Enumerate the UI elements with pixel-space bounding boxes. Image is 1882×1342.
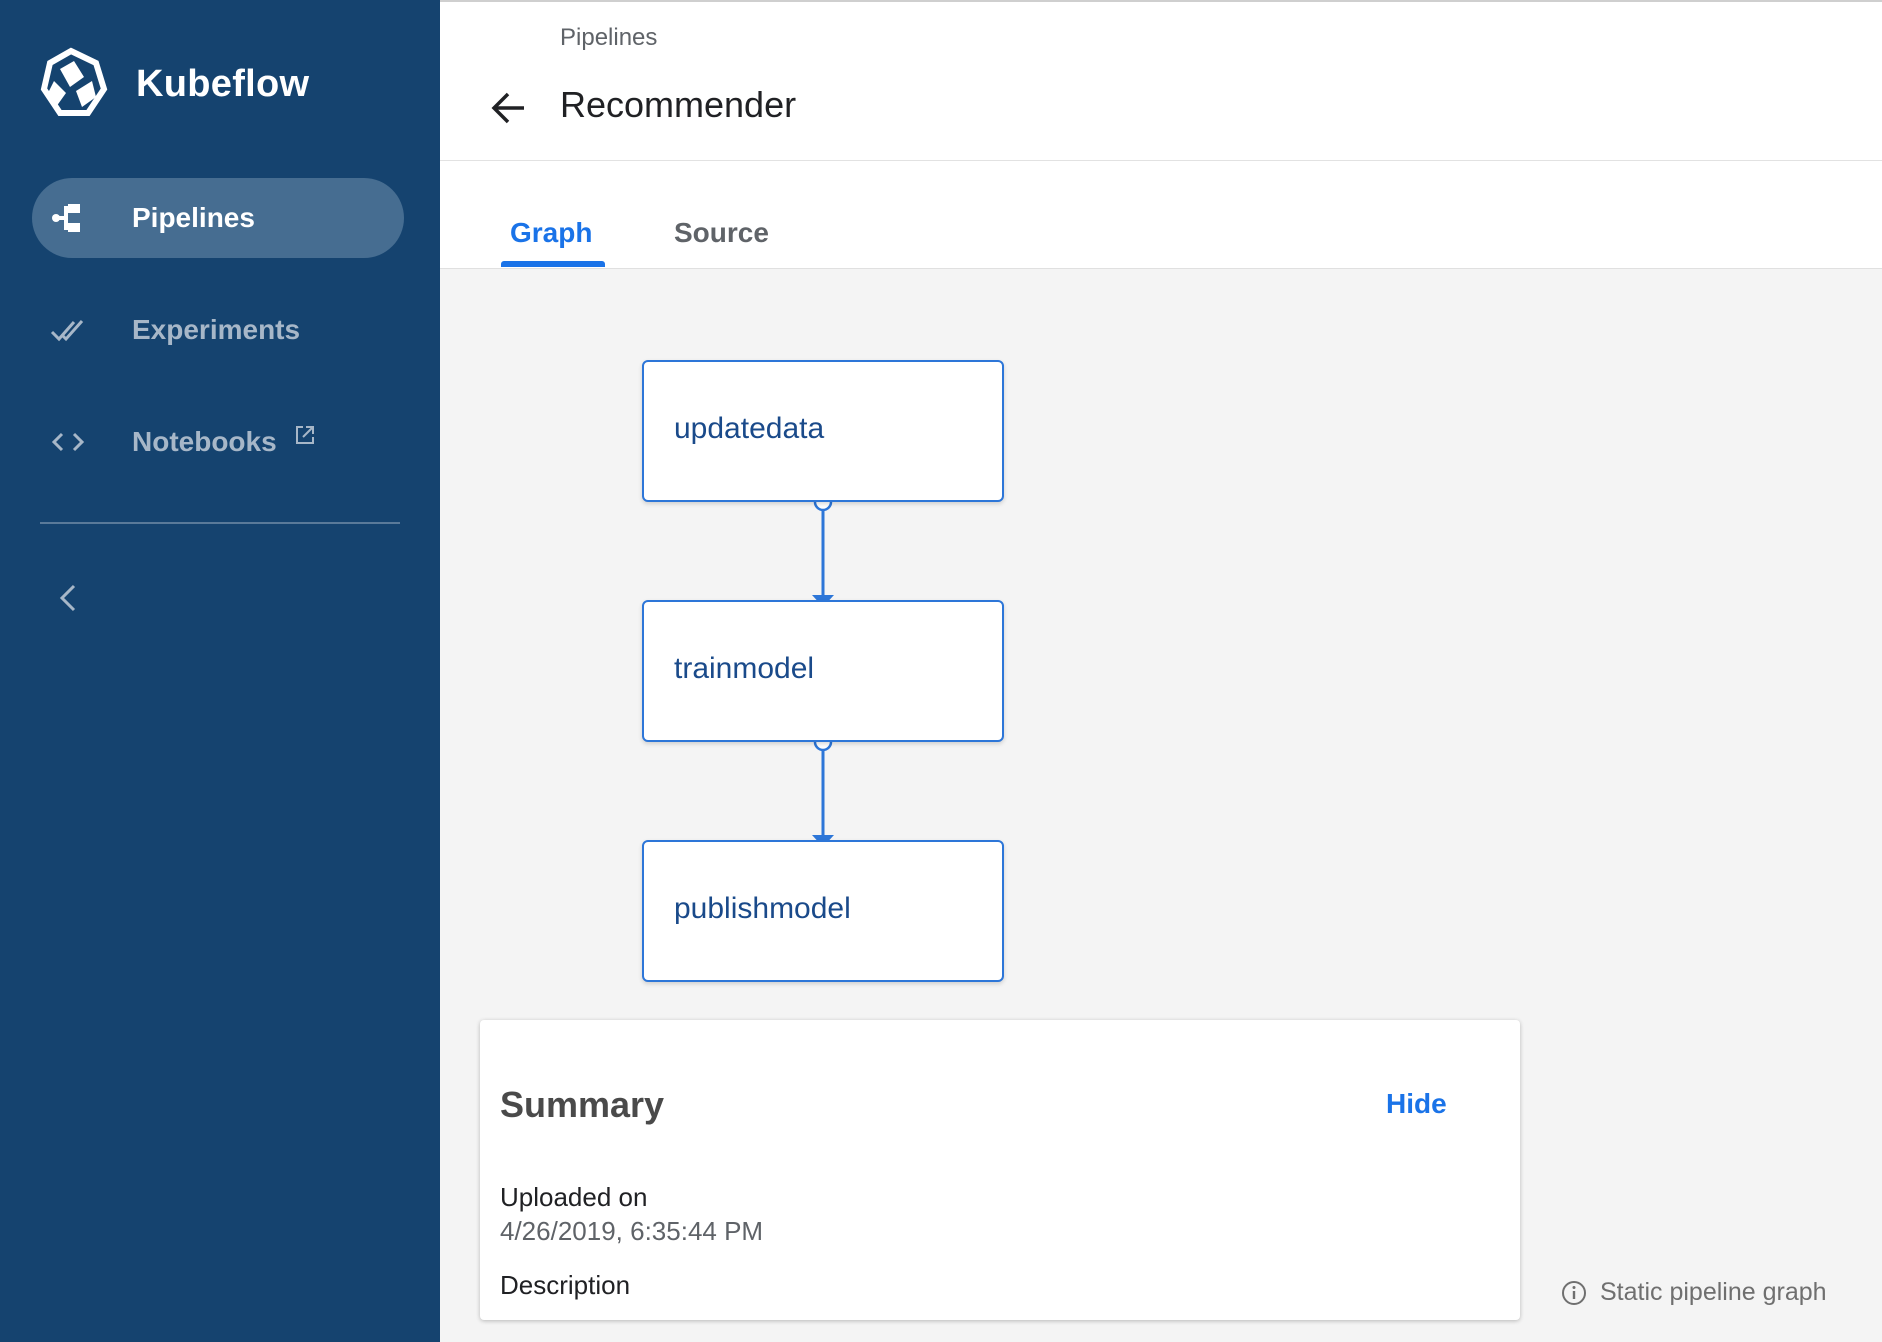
brand-name: Kubeflow: [136, 62, 310, 105]
hide-button[interactable]: Hide: [1386, 1088, 1447, 1120]
page-header: Pipelines Recommender: [440, 0, 1882, 161]
sidebar-item-label: Pipelines: [132, 202, 255, 233]
breadcrumb[interactable]: Pipelines: [560, 24, 657, 52]
static-graph-note: Static pipeline graph: [1560, 1278, 1827, 1307]
brand[interactable]: Kubeflow: [34, 44, 309, 124]
sidebar-divider: [40, 522, 400, 524]
chevron-left-icon[interactable]: [52, 580, 84, 616]
graph-node-trainmodel[interactable]: trainmodel: [642, 600, 1004, 742]
external-link-icon: [296, 426, 314, 444]
pipeline-graph: updatedata trainmodel publishmodel Summa…: [440, 269, 1882, 1342]
static-graph-text: Static pipeline graph: [1600, 1278, 1827, 1306]
sidebar-item-experiments[interactable]: Experiments: [32, 290, 404, 370]
tab-graph[interactable]: Graph: [510, 217, 592, 249]
app-root: Kubeflow Pipelines Experiments Notebooks…: [0, 0, 1882, 1342]
sidebar-item-pipelines[interactable]: Pipelines: [32, 178, 404, 258]
sidebar-item-label: Notebooks: [132, 426, 277, 457]
graph-node-updatedata[interactable]: updatedata: [642, 360, 1004, 502]
summary-title: Summary: [500, 1084, 665, 1125]
active-tab-indicator: [501, 261, 605, 267]
node-label: updatedata: [674, 412, 825, 445]
arrow-left-icon[interactable]: [490, 90, 528, 126]
node-label: publishmodel: [674, 892, 851, 925]
page-title: Recommender: [560, 84, 797, 125]
sidebar-item-label: Experiments: [132, 314, 301, 345]
tab-bar: Graph Source: [440, 161, 1882, 269]
info-icon: [1562, 1280, 1586, 1305]
tab-source[interactable]: Source: [674, 217, 769, 249]
code-brackets-icon: [51, 432, 85, 452]
kubeflow-logo-icon: [40, 47, 108, 116]
graph-node-publishmodel[interactable]: publishmodel: [642, 840, 1004, 982]
double-check-icon: [50, 320, 84, 342]
sidebar-item-notebooks[interactable]: Notebooks: [32, 402, 404, 482]
summary-card: Summary Hide Uploaded on 4/26/2019, 6:35…: [480, 1020, 1520, 1320]
uploaded-on-label: Uploaded on: [500, 1182, 648, 1212]
pipelines-icon: [52, 204, 80, 232]
description-label: Description: [500, 1270, 631, 1300]
uploaded-on-value: 4/26/2019, 6:35:44 PM: [500, 1216, 764, 1246]
sidebar: Kubeflow Pipelines Experiments Notebooks: [0, 0, 440, 1342]
node-label: trainmodel: [674, 652, 815, 685]
